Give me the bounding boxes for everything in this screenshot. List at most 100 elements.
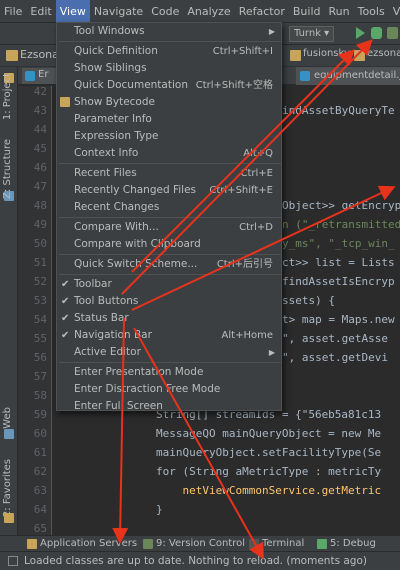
bottom-item-label: 9: Version Control [156,538,246,549]
code-line: MessageQO mainQueryObject = new Me [156,427,382,440]
editor-tab-equipmentdetail[interactable]: equipmentdetail.j [296,67,400,85]
menu-vcs[interactable]: VCS [389,0,400,23]
menu-item-label: Expression Type [74,130,159,142]
nav-project[interactable]: Ezsona [20,48,59,61]
menu-tools[interactable]: Tools [354,0,389,23]
menu-item-quick-documentation[interactable]: Quick Documentation Ctrl+Shift+空格 [57,77,281,94]
coverage-icon[interactable] [387,27,398,39]
menu-item-recently-changed-files[interactable]: Recently Changed Files Ctrl+Shift+E [57,182,281,199]
menu-item-label: Compare With... [74,221,159,233]
menu-item-label: Show Siblings [74,62,147,74]
project-tool-button[interactable]: 1: Project [2,73,13,120]
menu-separator [59,274,281,275]
menu-separator [59,254,281,255]
nav-crumb-ezsona[interactable]: ezsona [367,48,400,59]
menu-item-label: Recent Files [74,167,137,179]
code-line: for (String aMetricType : metricTy [156,465,382,478]
menu-view[interactable]: View [55,0,90,23]
menu-item-shortcut: Ctrl+D [239,222,273,233]
menu-item-label: Recent Changes [74,201,160,213]
terminal-button[interactable]: Terminal [248,536,304,552]
menu-item-recent-files[interactable]: Recent Files Ctrl+E [57,165,281,182]
menu-run[interactable]: Run [325,0,354,23]
structure-tool-button[interactable]: Z: Structure [2,139,13,199]
run-configuration-select[interactable]: Turnk ▾ [289,26,335,42]
menu-item-status-bar[interactable]: ✔ Status Bar [57,310,281,327]
menu-item-compare-with-clipboard[interactable]: Compare with Clipboard [57,236,281,253]
status-message: Loaded classes are up to date. Nothing t… [24,555,367,567]
line-number: 46 [33,161,47,174]
menu-item-label: Context Info [74,147,139,159]
code-line: } [156,503,163,516]
menu-item-shortcut: Ctrl+Shift+E [209,185,273,196]
application-servers-button[interactable]: Application Servers [26,536,137,552]
status-bar: Loaded classes are up to date. Nothing t… [0,551,400,570]
menu-item-tool-buttons[interactable]: ✔ Tool Buttons [57,293,281,310]
line-number: 55 [33,332,47,345]
menu-item-context-info[interactable]: Context Info Alt+Q [57,145,281,162]
menu-item-shortcut: Alt+Q [243,148,273,159]
folder-icon [290,50,301,61]
version-control-button[interactable]: 9: Version Control [142,536,245,552]
menu-separator [59,217,281,218]
menu-item-parameter-info[interactable]: Parameter Info [57,111,281,128]
menu-file[interactable]: File [0,0,26,23]
favorites-tool-button[interactable]: 2: Favorites [2,459,13,517]
java-file-icon [300,71,310,81]
bytecode-icon [60,97,70,107]
menu-refactor[interactable]: Refactor [235,0,289,23]
menu-item-label: Navigation Bar [74,329,152,341]
code-text: Object>> getEncryp [282,199,400,212]
menu-item-active-editor[interactable]: Active Editor ▶ [57,344,281,361]
menu-item-shortcut: Alt+Home [221,330,273,341]
line-number: 63 [33,484,47,497]
menu-item-label: Show Bytecode [74,96,155,108]
code-line: y_ms", "_tcp_win_ [282,237,395,250]
debug-button[interactable]: 5: Debug [316,536,376,552]
menu-code[interactable]: Code [147,0,183,23]
star-icon [4,513,14,523]
tool-windows-toggle-icon[interactable] [8,556,18,566]
menu-separator [59,41,281,42]
debug-icon[interactable] [371,27,382,39]
menu-item-show-siblings[interactable]: Show Siblings [57,60,281,77]
menu-item-distraction-free-mode[interactable]: Enter Distraction Free Mode [57,381,281,398]
version-control-icon [143,539,153,549]
nav-crumb-fusionsky[interactable]: fusionsky [303,48,350,59]
code-line: ", asset.getDevi [282,351,388,364]
web-tool-button[interactable]: Web [2,407,13,429]
menu-analyze[interactable]: Analyze [183,0,234,23]
code-line: ct>> list = Lists [282,256,395,269]
bottom-item-label: 5: Debug [330,538,376,549]
menu-item-tool-windows[interactable]: Tool Windows ▶ [57,23,281,40]
bottom-item-label: Application Servers [40,538,138,549]
menu-edit[interactable]: Edit [26,0,55,23]
menu-item-quick-switch-scheme[interactable]: Quick Switch Scheme... Ctrl+后引号 [57,256,281,273]
code-line: netViewCommonService.getMetric [156,484,382,497]
menu-item-quick-definition[interactable]: Quick Definition Ctrl+Shift+I [57,43,281,60]
menu-navigate[interactable]: Navigate [90,0,147,23]
line-number: 56 [33,351,47,364]
menu-item-presentation-mode[interactable]: Enter Presentation Mode [57,364,281,381]
menu-item-toolbar[interactable]: ✔ Toolbar [57,276,281,293]
menu-item-label: Parameter Info [74,113,152,125]
code-line: n ("_retransmitted [282,218,400,231]
line-number: 64 [33,503,47,516]
menu-separator [59,362,281,363]
menu-item-navigation-bar[interactable]: ✔ Navigation Bar Alt+Home [57,327,281,344]
menu-item-label: Enter Full Screen [74,400,163,412]
code-line: ssets) { [282,294,335,307]
menu-item-full-screen[interactable]: Enter Full Screen [57,398,281,415]
menu-item-show-bytecode[interactable]: Show Bytecode [57,94,281,111]
line-number: 62 [33,465,47,478]
menu-item-expression-type[interactable]: Expression Type [57,128,281,145]
line-number: 45 [33,142,47,155]
run-icon[interactable] [356,27,365,39]
menu-build[interactable]: Build [289,0,325,23]
menu-item-compare-with[interactable]: Compare With... Ctrl+D [57,219,281,236]
line-number-gutter: 42 43 44 45 46 47 48 49 50 51 52 53 54 5… [18,85,52,535]
tab-label: Er [38,69,49,80]
menu-item-recent-changes[interactable]: Recent Changes [57,199,281,216]
line-number: 43 [33,104,47,117]
checkmark-icon: ✔ [61,313,70,324]
